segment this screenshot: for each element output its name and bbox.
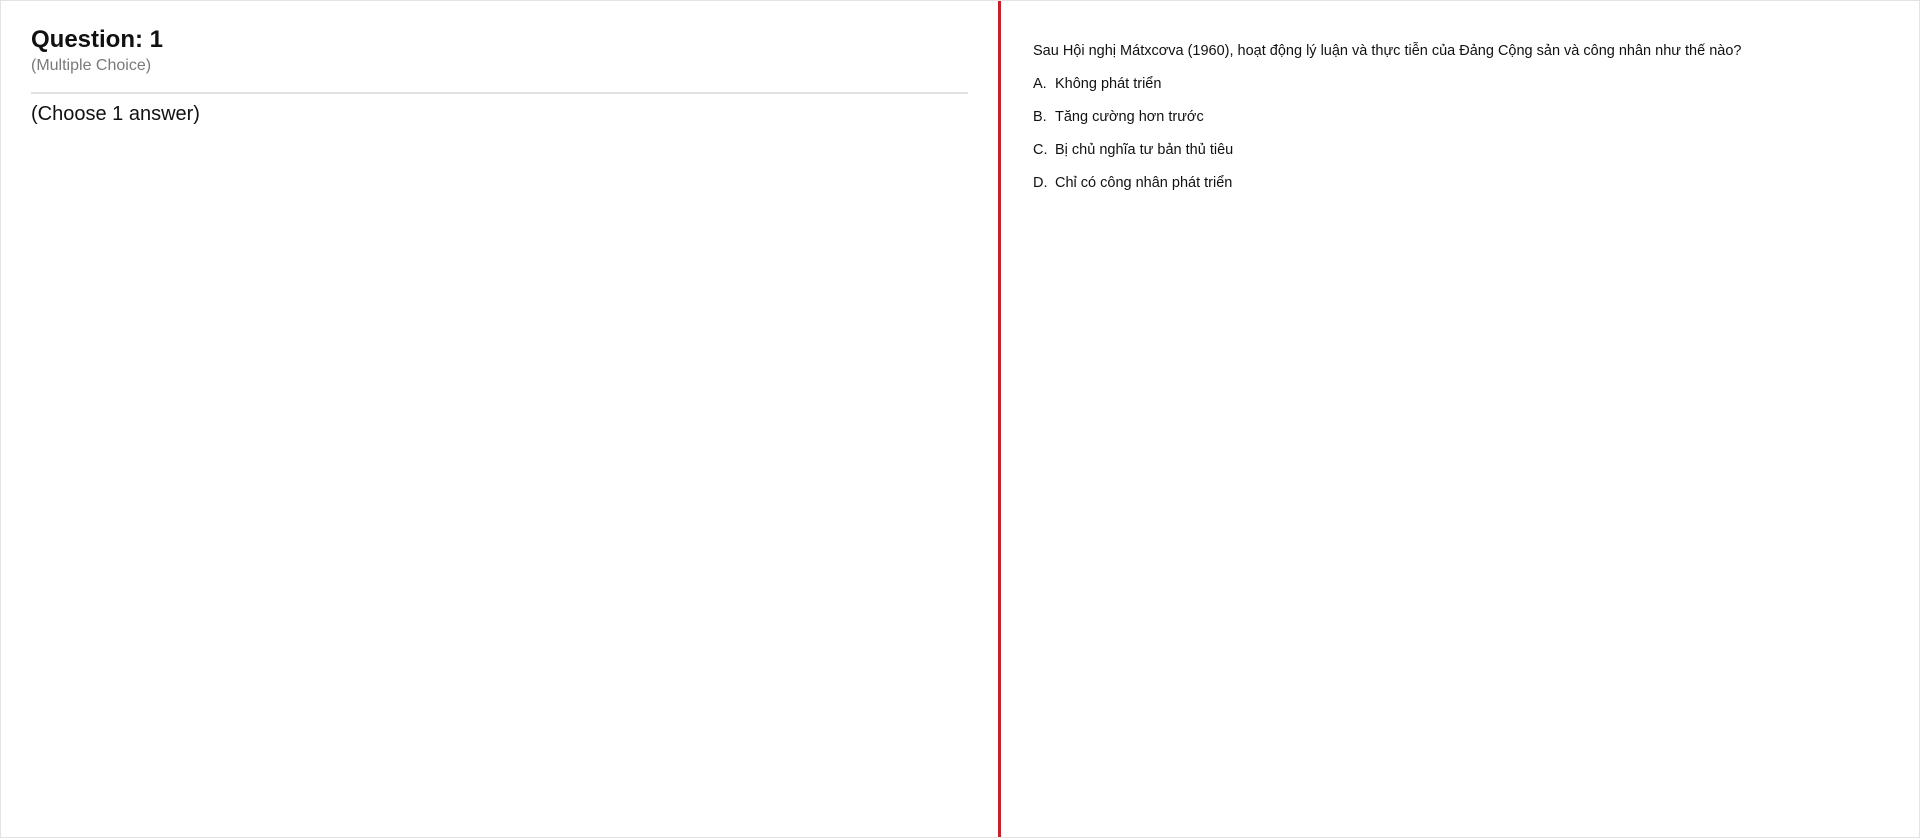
question-viewer: Question: 1 (Multiple Choice) (Choose 1 … bbox=[0, 0, 1920, 838]
answer-option-a[interactable]: A. Không phát triển bbox=[1033, 74, 1919, 107]
option-letter: C. bbox=[1033, 142, 1048, 158]
option-letter: D. bbox=[1033, 175, 1048, 191]
option-letter: A. bbox=[1033, 76, 1047, 92]
answer-options: A. Không phát triển B. Tăng cường hơn tr… bbox=[1033, 74, 1919, 206]
option-text: Chỉ có công nhân phát triển bbox=[1055, 175, 1233, 191]
answer-instruction: (Choose 1 answer) bbox=[31, 103, 200, 125]
option-letter: B. bbox=[1033, 109, 1047, 125]
header-divider bbox=[31, 92, 968, 94]
option-text: Không phát triển bbox=[1055, 76, 1162, 92]
question-info-panel: Question: 1 (Multiple Choice) (Choose 1 … bbox=[1, 1, 998, 837]
answer-option-c[interactable]: C. Bị chủ nghĩa tư bản thủ tiêu bbox=[1033, 140, 1919, 173]
question-stem: Sau Hội nghị Mátxcơva (1960), hoạt động … bbox=[1033, 43, 1742, 59]
answer-option-b[interactable]: B. Tăng cường hơn trước bbox=[1033, 107, 1919, 140]
question-type-label: (Multiple Choice) bbox=[31, 57, 152, 74]
question-content-panel: Sau Hội nghị Mátxcơva (1960), hoạt động … bbox=[1001, 1, 1919, 837]
question-title: Question: 1 bbox=[31, 26, 164, 53]
answer-option-d[interactable]: D. Chỉ có công nhân phát triển bbox=[1033, 173, 1919, 206]
option-text: Tăng cường hơn trước bbox=[1055, 109, 1204, 125]
option-text: Bị chủ nghĩa tư bản thủ tiêu bbox=[1055, 142, 1234, 158]
